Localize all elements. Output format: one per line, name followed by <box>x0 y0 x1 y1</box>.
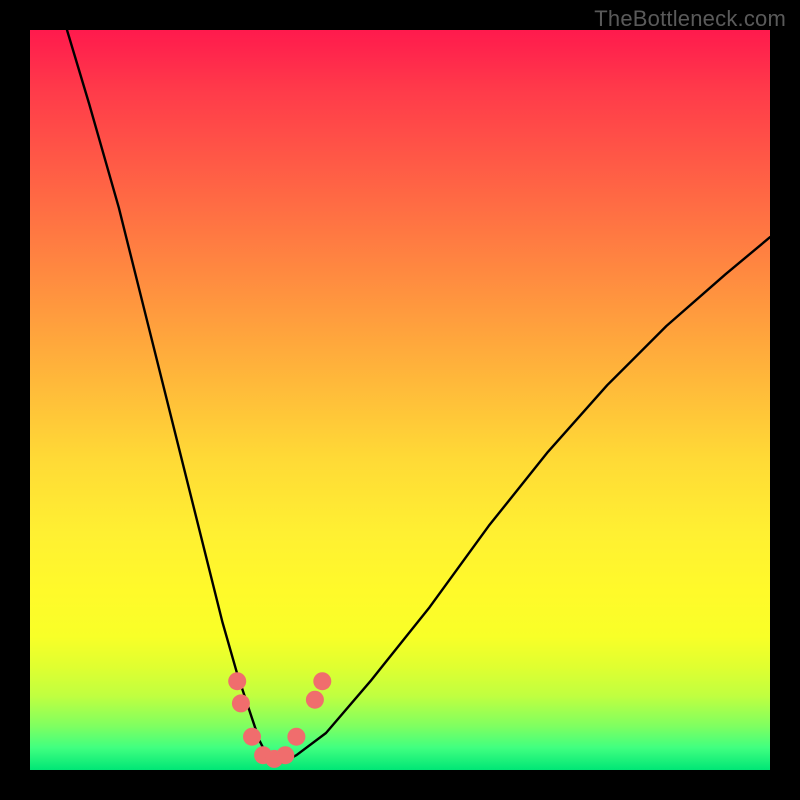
bottleneck-curve <box>67 30 770 763</box>
marker-left-near-min <box>243 728 261 746</box>
chart-svg <box>30 30 770 770</box>
marker-left-lower-dot <box>232 694 250 712</box>
marker-right-more-dot <box>313 672 331 690</box>
curve-markers <box>228 672 331 768</box>
watermark-text: TheBottleneck.com <box>594 6 786 32</box>
marker-left-upper-dot <box>228 672 246 690</box>
plot-area <box>30 30 770 770</box>
chart-frame: TheBottleneck.com <box>0 0 800 800</box>
marker-right-near-min <box>287 728 305 746</box>
marker-right-upper-dot <box>306 691 324 709</box>
marker-trough-right <box>276 746 294 764</box>
